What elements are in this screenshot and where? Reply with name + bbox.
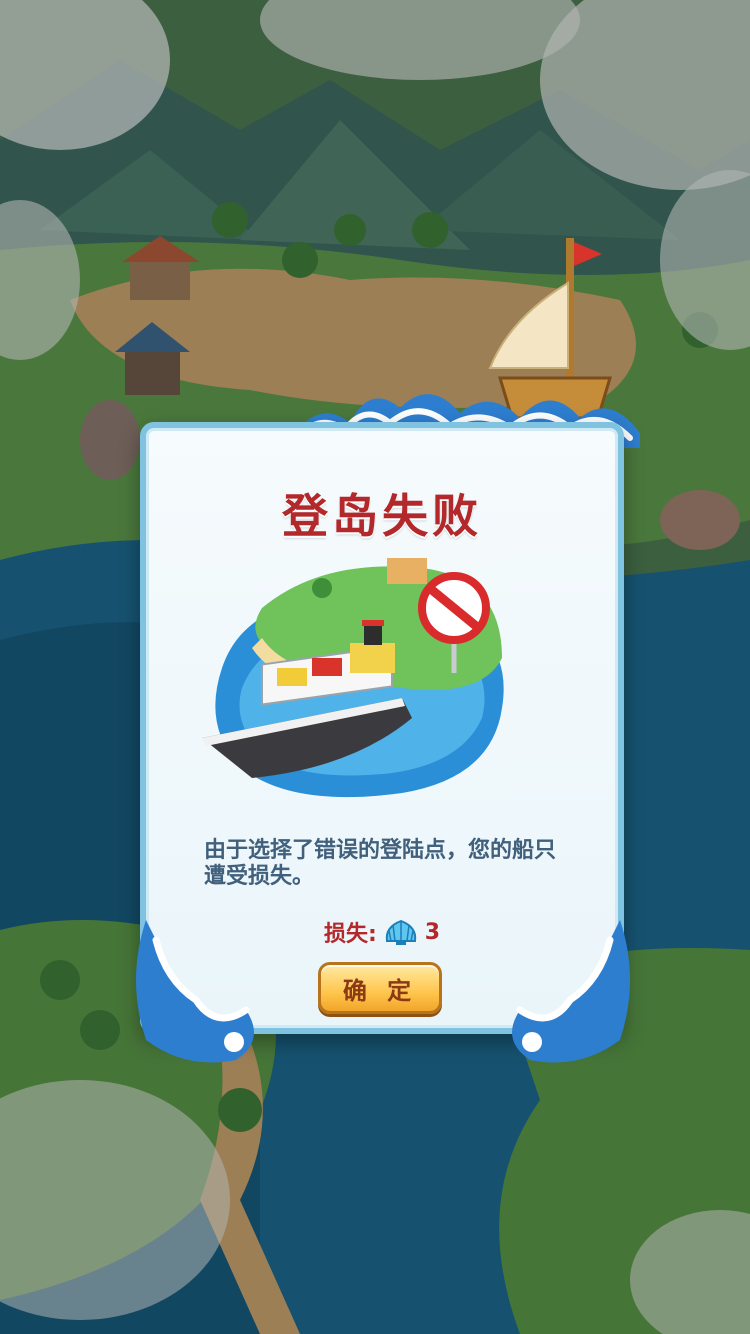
shell-icon (385, 919, 416, 945)
dialog-message: 由于选择了错误的登陆点，您的船只遭受损失。 (204, 838, 557, 889)
dialog-title: 登岛失败 (282, 489, 482, 543)
game-screen: 登岛失败 由于选择了错误的登陆点，您的船只遭受损失。 损失: 3 确 定 (0, 0, 750, 1334)
loss-value: 3 (424, 919, 441, 945)
wave-decoration-left (136, 920, 254, 1063)
wave-decoration-right (512, 920, 630, 1063)
confirm-button[interactable]: 确 定 (318, 962, 442, 1014)
failed-landing-illustration (202, 558, 504, 798)
loss-label: 损失: (323, 922, 377, 947)
